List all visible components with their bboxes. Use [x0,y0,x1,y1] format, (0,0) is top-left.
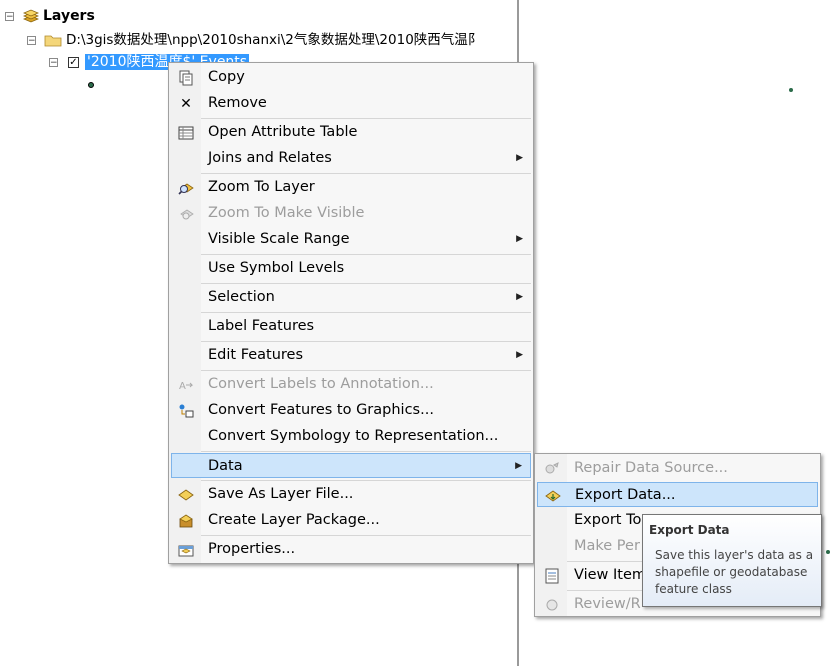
menu-item-edit-features[interactable]: Edit Features ▶ [171,343,531,368]
menu-item-label: Create Layer Package... [208,512,380,528]
folder-collapse-toggle[interactable]: − [27,36,36,46]
menu-item-zoom-to-layer[interactable]: Zoom To Layer [171,175,531,200]
menu-item-label: Convert Features to Graphics... [208,402,434,418]
zoom-visible-icon [180,209,194,220]
menu-item-label: Use Symbol Levels [208,260,345,276]
menu-item-convert-features[interactable]: Convert Features to Graphics... [171,398,531,423]
menu-item-label-features[interactable]: Label Features [171,314,531,339]
menu-item-label: Open Attribute Table [208,124,358,140]
menu-item-convert-labels[interactable]: A Convert Labels to Annotation... [171,372,531,397]
layer-visibility-checkbox[interactable]: ✓ [68,57,79,68]
menu-item-zoom-to-make-visible[interactable]: Zoom To Make Visible [171,201,531,226]
menu-item-label: Export To [574,512,642,528]
submenu-arrow-icon: ▶ [516,234,523,244]
map-point [789,88,793,92]
layer-collapse-toggle[interactable]: − [49,58,58,68]
menu-item-label: Selection [208,289,275,305]
menu-separator [201,451,531,452]
menu-item-create-layer-package[interactable]: Create Layer Package... [171,508,531,533]
submenu-arrow-icon: ▶ [516,350,523,360]
menu-item-label: Copy [208,69,245,85]
menu-item-label: Export Data... [575,487,676,503]
menu-separator [201,118,531,119]
menu-item-label: Make Per [574,538,640,554]
menu-item-use-symbol-levels[interactable]: Use Symbol Levels [171,256,531,281]
submenu-arrow-icon: ▶ [516,153,523,163]
menu-item-copy[interactable]: Copy [171,65,531,90]
convert-labels-icon: A [179,381,194,392]
menu-separator [201,312,531,313]
folder-row[interactable]: D:\3gis数据处理\npp\2010shanxi\2气象数据处理\2010陕… [44,30,514,50]
menu-item-label: Repair Data Source... [574,460,728,476]
menu-item-selection[interactable]: Selection ▶ [171,285,531,310]
convert-features-icon [179,404,194,418]
menu-item-repair-data-source[interactable]: Repair Data Source... [537,456,818,481]
menu-item-label: Zoom To Layer [208,179,315,195]
repair-icon [545,462,559,474]
menu-separator [201,254,531,255]
menu-item-label: Edit Features [208,347,304,363]
menu-separator [201,283,531,284]
export-data-icon [545,490,561,502]
menu-separator [201,535,531,536]
properties-icon [178,545,194,557]
menu-item-label: Data [208,458,243,474]
tooltip-title: Export Data [649,523,730,537]
menu-item-label: Label Features [208,318,315,334]
table-icon [178,126,194,140]
copy-icon [179,70,193,86]
layer-package-icon [179,514,193,528]
menu-item-properties[interactable]: Properties... [171,537,531,562]
menu-item-remove[interactable]: ✕ Remove [171,91,531,116]
menu-separator [201,341,531,342]
menu-item-open-attribute-table[interactable]: Open Attribute Table [171,120,531,145]
layer-file-icon [178,489,194,501]
menu-separator [201,480,531,481]
zoom-layer-icon [178,183,194,195]
menu-item-label: Zoom To Make Visible [208,205,365,221]
layers-collapse-toggle[interactable]: − [5,12,14,22]
menu-item-joins-relates[interactable]: Joins and Relates ▶ [171,146,531,171]
submenu-arrow-icon: ▶ [516,292,523,302]
svg-text:A: A [179,381,186,392]
view-item-icon [545,568,559,584]
menu-item-label: Convert Labels to Annotation... [208,376,434,392]
export-data-tooltip: Export Data Save this layer's data as a … [642,514,822,607]
review-icon [546,599,558,611]
menu-item-visible-scale-range[interactable]: Visible Scale Range ▶ [171,227,531,252]
menu-item-convert-symbology[interactable]: Convert Symbology to Representation... [171,424,531,449]
menu-item-label: Convert Symbology to Representation... [208,428,499,444]
menu-item-label: Joins and Relates [208,150,332,166]
menu-item-label: View Item [574,567,647,583]
layers-icon [22,9,40,23]
menu-item-save-as-layer-file[interactable]: Save As Layer File... [171,482,531,507]
folder-path: D:\3gis数据处理\npp\2010shanxi\2气象数据处理\2010陕… [66,32,482,48]
remove-x-icon: ✕ [180,96,192,112]
menu-item-label: Visible Scale Range [208,231,350,247]
menu-item-label: Remove [208,95,267,111]
tooltip-description: Save this layer's data as a shapefile or… [655,548,814,596]
menu-item-data[interactable]: Data ▶ [171,453,531,478]
menu-item-export-data[interactable]: Export Data... [537,482,818,507]
menu-separator [201,173,531,174]
menu-item-label: Properties... [208,541,296,557]
layer-context-menu: Copy ✕ Remove Open Attribute Table Joins… [168,62,534,564]
menu-item-label: Save As Layer File... [208,486,354,502]
submenu-arrow-icon: ▶ [515,461,522,471]
menu-separator [201,370,531,371]
point-symbol-icon [88,82,94,88]
menu-item-label: Review/R [574,596,641,612]
map-point [826,550,830,554]
folder-icon [44,35,62,47]
layers-title: Layers [43,8,95,24]
